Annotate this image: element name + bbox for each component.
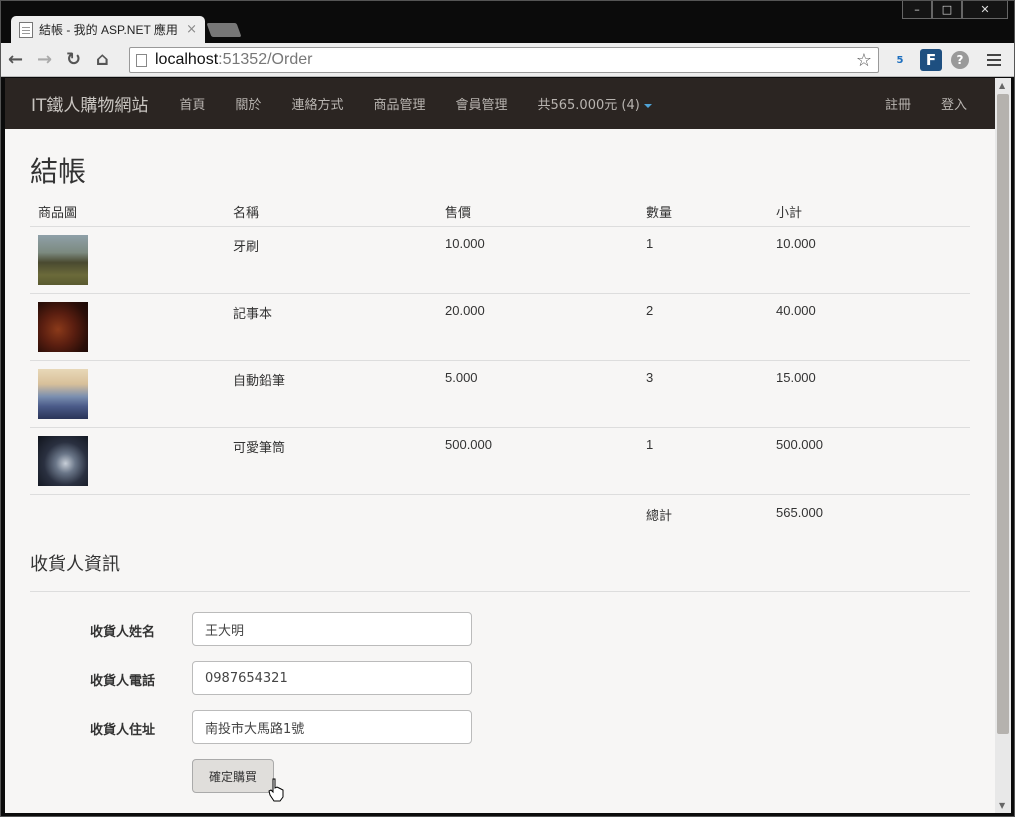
url-host: localhost [155,51,219,68]
page-icon [19,21,33,38]
back-icon[interactable]: ← [1,47,30,73]
product-quantity: 3 [646,370,654,385]
receiver-phone-input[interactable] [192,661,472,695]
hand-cursor-icon [268,778,284,802]
extension-badge-count: 5 [896,54,904,66]
caret-down-icon [643,103,652,108]
table-row: 可愛筆筒 500.000 1 500.000 [30,428,970,495]
column-header-quantity: 數量 [646,206,673,221]
browser-window: – □ ✕ 結帳 - 我的 ASP.NET 應用 × ← → ↻ ⌂ local… [0,0,1015,817]
site-navbar: IT鐵人購物網站 首頁 關於 連絡方式 商品管理 會員管理 共565.000元 … [5,78,995,129]
product-quantity: 1 [646,236,654,251]
table-row: 記事本 20.000 2 40.000 [30,294,970,361]
receiver-address-label: 收貨人住址 [90,723,156,738]
tab-title: 結帳 - 我的 ASP.NET 應用 [39,23,178,37]
confirm-purchase-button[interactable]: 確定購買 [192,759,274,793]
extension-badge-icon[interactable]: 5 [889,49,911,71]
receiver-name-row: 收貨人姓名 [30,612,530,646]
forward-icon[interactable]: → [30,47,59,73]
nav-right: 註冊 登入 [870,94,982,113]
maximize-button[interactable]: □ [932,1,962,19]
product-image-engine [38,436,88,486]
receiver-address-input[interactable] [192,710,472,744]
help-icon[interactable]: ? [951,51,969,69]
nav-cart-dropdown[interactable]: 共565.000元 (4) [522,94,666,113]
extension-f-icon[interactable]: F [920,49,942,71]
product-subtotal: 40.000 [776,303,816,318]
menu-icon[interactable] [983,49,1005,71]
nav-home[interactable]: 首頁 [164,94,220,113]
order-table: 商品圖 名稱 售價 數量 小計 牙刷 10.000 1 10.000 記事本 2… [30,198,970,533]
product-quantity: 1 [646,437,654,452]
address-bar[interactable]: localhost:51352/Order ☆ [129,47,879,73]
total-label: 總計 [646,509,673,524]
product-image-violin [38,302,88,352]
product-image-matches [38,369,88,419]
product-price: 10.000 [445,236,485,251]
browser-tab[interactable]: 結帳 - 我的 ASP.NET 應用 × [11,16,205,43]
column-header-image: 商品圖 [38,206,78,221]
tab-close-icon[interactable]: × [186,22,197,37]
reload-icon[interactable]: ↻ [59,47,88,73]
receiver-name-label: 收貨人姓名 [90,625,156,640]
browser-toolbar: ← → ↻ ⌂ localhost:51352/Order ☆ 5 F ? [1,43,1014,77]
product-price: 500.000 [445,437,492,452]
receiver-name-input[interactable] [192,612,472,646]
cart-summary: 共565.000元 (4) [537,98,640,113]
site-brand[interactable]: IT鐵人購物網站 [31,91,148,116]
total-row: 總計 565.000 [30,495,970,533]
product-name: 牙刷 [233,240,260,255]
window-controls: – □ ✕ [902,1,1008,19]
product-subtotal: 10.000 [776,236,816,251]
table-row: 牙刷 10.000 1 10.000 [30,227,970,294]
product-subtotal: 500.000 [776,437,823,452]
page-title: 結帳 [30,155,87,188]
home-icon[interactable]: ⌂ [88,47,117,73]
product-quantity: 2 [646,303,654,318]
product-name: 記事本 [233,307,273,322]
url-path: :51352/Order [218,51,313,68]
receiver-section-title: 收貨人資訊 [30,554,120,575]
nav-register[interactable]: 註冊 [870,94,926,113]
nav-login[interactable]: 登入 [926,94,982,113]
page-icon [136,53,147,67]
nav-contact[interactable]: 連絡方式 [276,94,358,113]
bookmark-star-icon[interactable]: ☆ [856,50,872,71]
column-header-subtotal: 小計 [776,206,803,221]
product-subtotal: 15.000 [776,370,816,385]
product-name: 自動鉛筆 [233,374,286,389]
total-value: 565.000 [776,505,823,520]
section-divider [30,591,970,592]
new-tab-button[interactable] [206,23,242,37]
vertical-scrollbar[interactable]: ▲ ▼ [995,78,1011,813]
nav-about[interactable]: 關於 [220,94,276,113]
nav-product-admin[interactable]: 商品管理 [358,94,440,113]
product-price: 5.000 [445,370,478,385]
page-viewport: IT鐵人購物網站 首頁 關於 連絡方式 商品管理 會員管理 共565.000元 … [5,78,995,813]
scroll-thumb[interactable] [997,94,1009,734]
column-header-name: 名稱 [233,206,260,221]
product-price: 20.000 [445,303,485,318]
product-image-car [38,235,88,285]
receiver-phone-label: 收貨人電話 [90,674,156,689]
column-header-price: 售價 [445,206,472,221]
close-window-button[interactable]: ✕ [962,1,1008,19]
table-header: 商品圖 名稱 售價 數量 小計 [30,198,970,227]
table-row: 自動鉛筆 5.000 3 15.000 [30,361,970,428]
nav-member-admin[interactable]: 會員管理 [440,94,522,113]
minimize-button[interactable]: – [902,1,932,19]
receiver-address-row: 收貨人住址 [30,710,530,744]
product-name: 可愛筆筒 [233,441,286,456]
scroll-up-icon[interactable]: ▲ [999,81,1005,90]
receiver-phone-row: 收貨人電話 [30,661,530,695]
scroll-down-icon[interactable]: ▼ [999,801,1005,810]
